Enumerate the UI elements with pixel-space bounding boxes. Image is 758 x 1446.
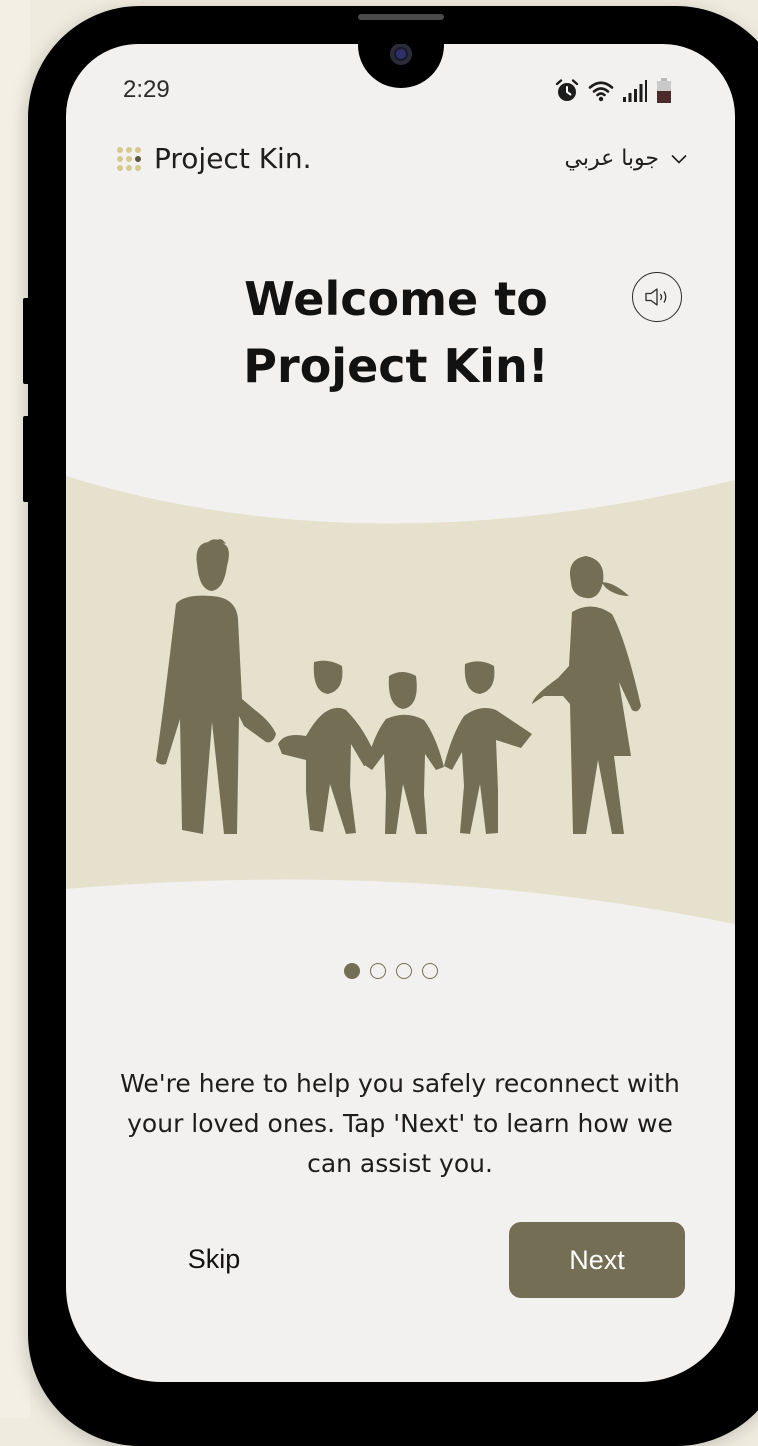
pagination-dot-1[interactable] <box>344 963 360 979</box>
language-selector[interactable]: جوبا عربي <box>564 146 687 171</box>
title-line-1: Welcome to <box>244 272 548 326</box>
background-edge <box>0 0 30 1418</box>
alarm-icon <box>555 79 579 101</box>
title-line-2: Project Kin! <box>243 339 549 393</box>
description-text: We're here to help you safely reconnect … <box>120 1069 680 1178</box>
chevron-down-icon <box>671 154 687 164</box>
battery-icon <box>657 78 671 103</box>
signal-icon <box>623 80 647 102</box>
hero-illustration <box>66 476 735 924</box>
speaker-icon <box>645 288 667 306</box>
page-title: Welcome to Project Kin! <box>186 266 606 400</box>
pagination-dots <box>344 963 438 979</box>
wifi-icon <box>588 81 614 102</box>
pagination-dot-2[interactable] <box>370 963 386 979</box>
phone-speaker <box>358 14 444 20</box>
next-button[interactable]: Next <box>509 1222 685 1298</box>
pagination-dot-3[interactable] <box>396 963 412 979</box>
status-time: 2:29 <box>123 76 170 103</box>
brand-name: Project Kin. <box>154 142 312 175</box>
skip-button[interactable]: Skip <box>174 1224 254 1294</box>
language-selected: جوبا عربي <box>564 146 659 171</box>
brand: Project Kin. <box>116 142 312 175</box>
front-camera <box>390 44 412 65</box>
audio-button[interactable] <box>632 272 682 322</box>
status-icons <box>554 76 672 106</box>
notch <box>358 44 444 88</box>
phone-screen: 2:29 Project Kin. جوبا عربي Welcome to P… <box>66 44 735 1382</box>
project-kin-logo-icon <box>117 146 141 171</box>
pagination-dot-4[interactable] <box>422 963 438 979</box>
